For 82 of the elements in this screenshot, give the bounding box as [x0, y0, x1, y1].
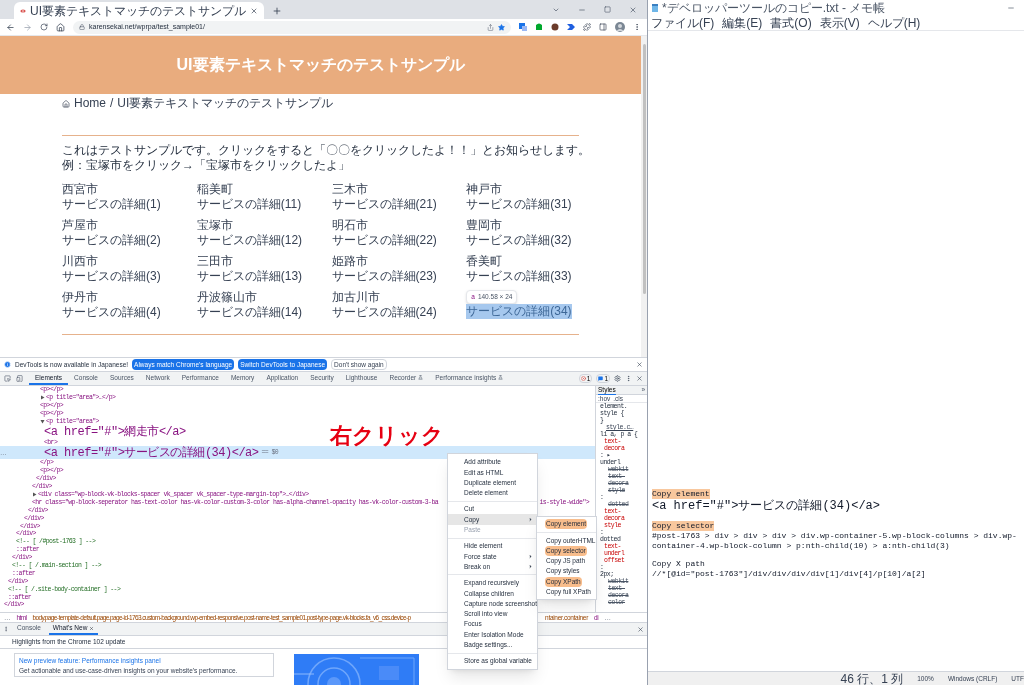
- collapsed-triangle-icon[interactable]: [40, 395, 45, 401]
- new-tab-icon[interactable]: [272, 6, 282, 16]
- inspect-icon[interactable]: [4, 375, 11, 382]
- city-name: 稲美町: [196, 182, 233, 197]
- lock-icon: [79, 24, 85, 30]
- close-icon[interactable]: [629, 5, 637, 14]
- city-name: 三木市: [331, 182, 368, 197]
- service-link[interactable]: サービスの詳細(12): [196, 233, 303, 248]
- note-heading: Copy X path: [652, 559, 705, 569]
- bookmark-star-icon[interactable]: [498, 23, 505, 31]
- service-link[interactable]: サービスの詳細(13): [196, 269, 303, 284]
- city-name: 姫路市: [331, 254, 368, 269]
- settings-icon[interactable]: [614, 375, 621, 382]
- note-text: #post-1763 > div > div > div > div.wp-container-5.wp-block-columns > div.wp-container-4.wp-block-column > p:nth-child(10) > a:nth-child(3): [652, 531, 1018, 551]
- service-link[interactable]: サービスの詳細(23): [331, 269, 437, 284]
- city-name: 伊丹市: [62, 290, 98, 305]
- menu-icon[interactable]: [3, 626, 9, 632]
- close-icon[interactable]: [250, 6, 258, 15]
- service-link[interactable]: サービスの詳細(31): [466, 197, 572, 212]
- service-link[interactable]: サービスの詳細(33): [466, 269, 572, 284]
- browser-tab[interactable]: UI要素テキストマッチのテストサンプル: [14, 2, 264, 19]
- service-link[interactable]: サービスの詳細(1): [62, 197, 161, 212]
- city-name: 三田市: [196, 254, 233, 269]
- close-icon[interactable]: [637, 625, 644, 633]
- home-icon: [62, 99, 70, 108]
- note-heading: Copy element: [652, 489, 710, 499]
- city-name: 丹波篠山市: [196, 290, 257, 305]
- close-icon[interactable]: [89, 625, 95, 631]
- city-name: 明石市: [331, 218, 368, 233]
- service-link[interactable]: サービスの詳細(11): [196, 197, 302, 212]
- city-name: 川西市: [62, 254, 98, 269]
- chevron-extension-icon[interactable]: [567, 23, 575, 31]
- collapsed-triangle-icon[interactable]: [32, 492, 37, 498]
- translate-extension-icon[interactable]: [519, 23, 527, 31]
- favicon-icon: [20, 7, 26, 14]
- side-panel-icon[interactable]: [599, 23, 607, 31]
- home-icon[interactable]: [56, 22, 65, 32]
- close-icon[interactable]: [636, 361, 643, 368]
- code-line: <a href="#">サービスの詳細(34)</a>: [44, 444, 259, 460]
- note-text: //*[@id="post-1763"]/div/div/div/div[1]/div[4]/p[10]/a[2]: [652, 569, 926, 579]
- breadcrumb-separator: /: [110, 96, 114, 111]
- city-name: 神戸市: [466, 182, 503, 197]
- service-link[interactable]: サービスの詳細(34): [466, 304, 572, 319]
- city-name: 加古川市: [331, 290, 380, 305]
- avatar-icon[interactable]: [615, 22, 625, 32]
- note-text: <a href="#">サービスの詳細(34)</a>: [652, 499, 881, 513]
- back-icon[interactable]: [6, 22, 15, 32]
- service-link[interactable]: サービスの詳細(4): [62, 305, 161, 320]
- intro-text: これはテストサンプルです。クリックをすると「〇〇をクリックしたよ！！」とお知らせします。例：宝塚市をクリック→「宝塚市をクリックしたよ」: [61, 143, 591, 173]
- message-icon: [598, 376, 604, 381]
- city-name: 宝塚市: [196, 218, 233, 233]
- service-link[interactable]: サービスの詳細(14): [196, 305, 303, 320]
- page-title: UI要素テキストマッチのテストサンプル: [176, 55, 465, 75]
- service-link[interactable]: サービスの詳細(24): [331, 305, 437, 320]
- service-link[interactable]: サービスの詳細(2): [62, 233, 161, 248]
- notepad-icon: [651, 3, 659, 12]
- city-name: 芦屋市: [62, 218, 98, 233]
- service-link[interactable]: サービスの詳細(21): [331, 197, 437, 212]
- expanded-triangle-icon[interactable]: [40, 419, 45, 424]
- puzzle-icon[interactable]: [583, 23, 591, 31]
- tab-title: UI要素テキストマッチのテストサンプル: [30, 3, 246, 18]
- reload-icon[interactable]: [40, 23, 48, 31]
- device-toolbar-icon[interactable]: [16, 375, 23, 382]
- maximize-icon[interactable]: [604, 6, 611, 13]
- city-name: 西宮市: [62, 182, 98, 197]
- circle-extension-icon[interactable]: [551, 23, 559, 31]
- close-icon[interactable]: [636, 375, 643, 382]
- city-name: 豊岡市: [466, 218, 503, 233]
- breadcrumb-current: UI要素テキストマッチのテストサンプル: [117, 96, 334, 111]
- service-link[interactable]: サービスの詳細(32): [466, 233, 572, 248]
- scrollbar[interactable]: [641, 36, 647, 357]
- breadcrumb-link[interactable]: Home: [74, 96, 106, 111]
- status-text: 46 行、1 列: [840, 670, 904, 685]
- service-link[interactable]: サービスの詳細(3): [62, 269, 161, 284]
- info-icon: [4, 361, 11, 368]
- note-heading: Copy selector: [652, 521, 715, 531]
- forward-icon[interactable]: [23, 22, 32, 32]
- menu-icon[interactable]: [633, 23, 641, 31]
- city-name: 香美町: [466, 254, 503, 269]
- share-icon[interactable]: [487, 23, 494, 31]
- service-link[interactable]: サービスの詳細(22): [331, 233, 437, 248]
- error-icon: [580, 376, 586, 381]
